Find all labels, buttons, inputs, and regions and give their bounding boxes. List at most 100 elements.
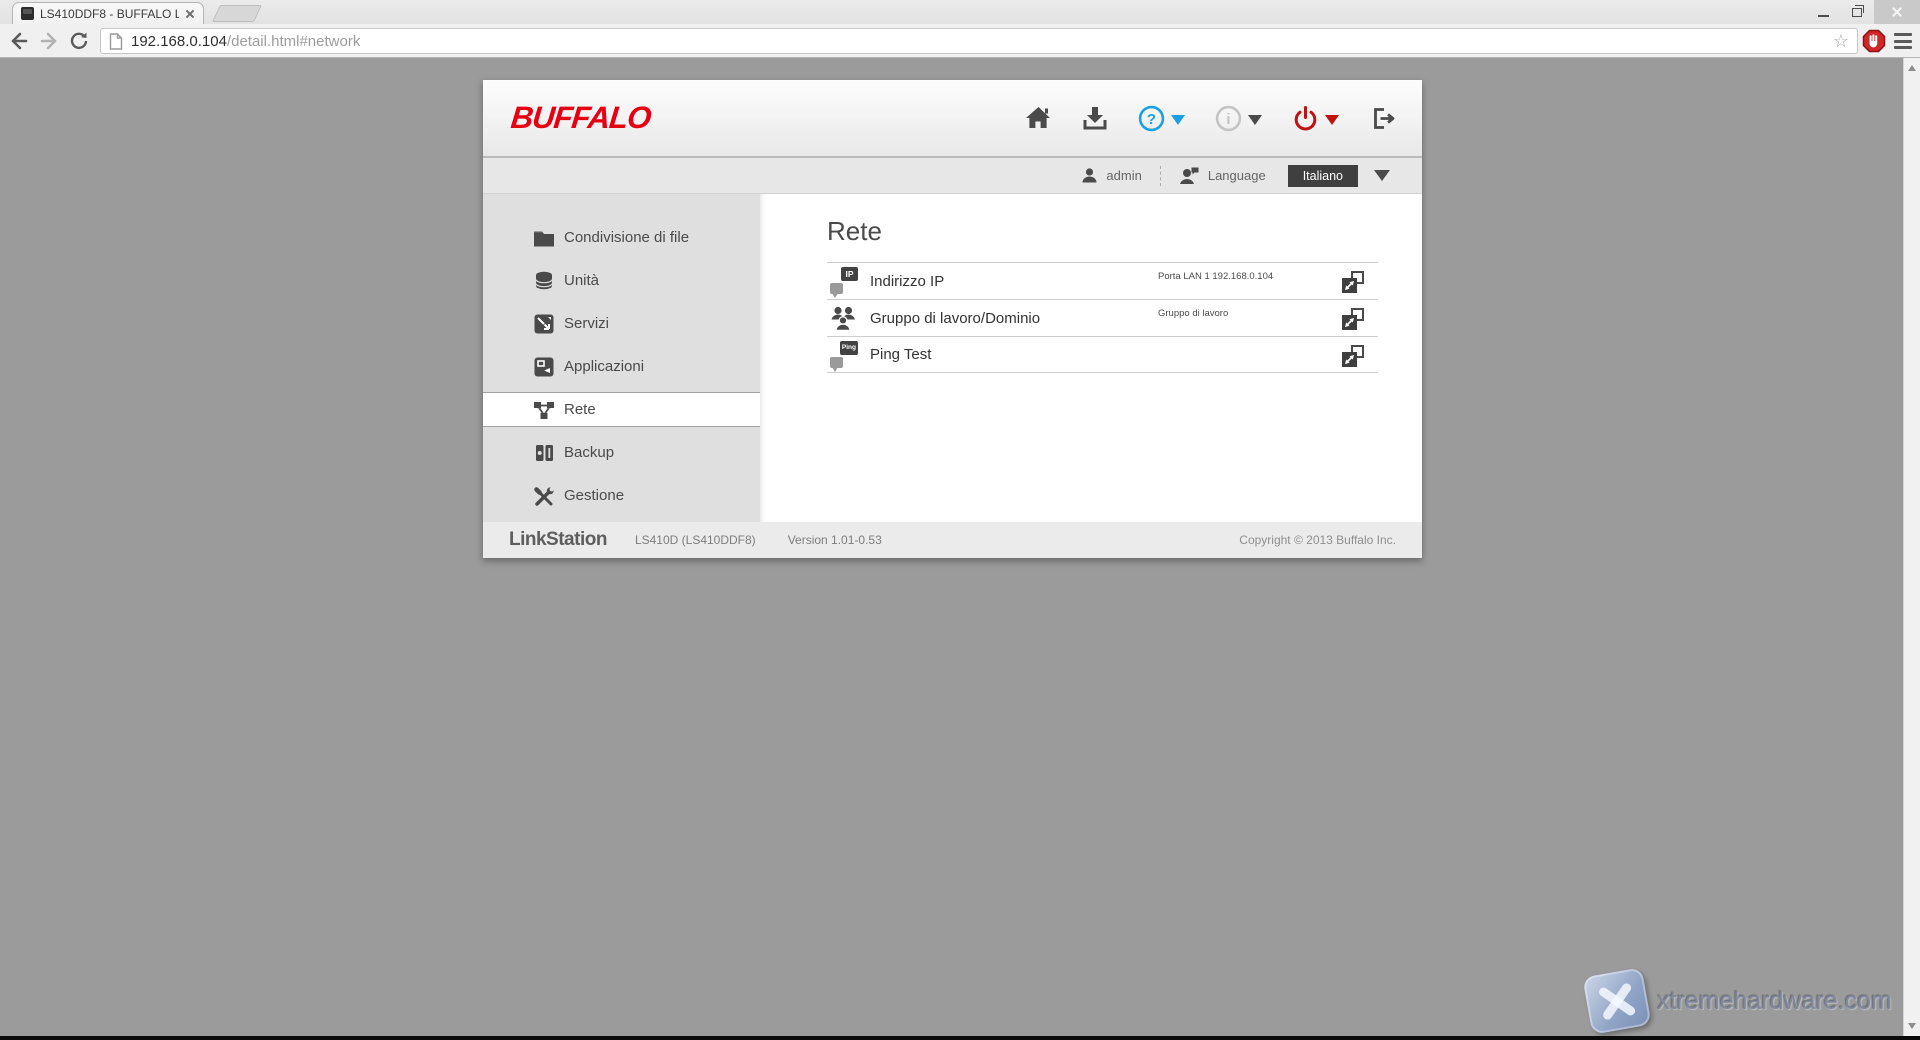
sidebar-item-label: Unità bbox=[564, 272, 599, 289]
info-icon: i bbox=[1215, 105, 1242, 132]
row-label: Indirizzo IP bbox=[870, 273, 944, 290]
drive-icon bbox=[533, 270, 555, 292]
browser-tab[interactable]: LS410DDF8 - BUFFALO Lin bbox=[12, 2, 204, 24]
sidebar-item-network[interactable]: Rete bbox=[483, 392, 760, 427]
row-ping-test[interactable]: Ping Ping Test bbox=[827, 336, 1378, 373]
browser-toolbar: 192.168.0.104/detail.html#network ☆ bbox=[0, 24, 1920, 58]
copyright-label: Copyright © 2013 Buffalo Inc. bbox=[1239, 533, 1396, 547]
info-menu-button[interactable]: i bbox=[1215, 105, 1262, 132]
language-dropdown-icon[interactable] bbox=[1374, 170, 1390, 181]
bookmark-star-icon[interactable]: ☆ bbox=[1833, 32, 1849, 50]
logged-in-user: admin bbox=[1081, 167, 1141, 184]
new-tab-button[interactable] bbox=[212, 5, 262, 22]
svg-text:?: ? bbox=[1147, 111, 1156, 128]
tab-close-icon[interactable] bbox=[183, 7, 197, 21]
watermark-text: xtremehardware.com bbox=[1657, 987, 1892, 1016]
services-icon bbox=[533, 313, 555, 335]
scroll-up-icon[interactable] bbox=[1908, 65, 1916, 71]
close-button[interactable] bbox=[1874, 0, 1920, 24]
download-button[interactable] bbox=[1082, 105, 1108, 131]
power-menu-button[interactable] bbox=[1292, 105, 1339, 132]
logout-icon bbox=[1369, 105, 1396, 132]
sidebar-item-services[interactable]: Servizi bbox=[483, 302, 760, 345]
sidebar: Condivisione di file Unità bbox=[483, 194, 760, 522]
row-detail: Gruppo di lavoro bbox=[1158, 308, 1228, 319]
sidebar-item-drives[interactable]: Unità bbox=[483, 259, 760, 302]
language-icon bbox=[1179, 166, 1200, 185]
language-label: Language bbox=[1208, 168, 1266, 183]
refresh-icon bbox=[69, 31, 89, 51]
screen: LS410DDF8 - BUFFALO Lin bbox=[0, 0, 1920, 1040]
version-label: Version 1.01-0.53 bbox=[788, 533, 882, 547]
address-bar[interactable]: 192.168.0.104/detail.html#network ☆ bbox=[100, 28, 1858, 54]
minimize-icon bbox=[1818, 15, 1829, 17]
tab-favicon-icon bbox=[21, 7, 34, 20]
open-window-icon[interactable] bbox=[1342, 345, 1364, 367]
forward-icon bbox=[38, 30, 60, 52]
minimize-button[interactable] bbox=[1806, 0, 1840, 24]
app-header: BUFFALO bbox=[483, 80, 1422, 158]
home-button[interactable] bbox=[1025, 105, 1052, 131]
linkstation-logo: LinkStation bbox=[509, 529, 607, 551]
buffalo-logo: BUFFALO bbox=[509, 100, 652, 136]
main-panel: Rete IP Indirizzo IP Porta LAN 1 192.168… bbox=[760, 194, 1422, 522]
stop-hand-icon bbox=[1862, 29, 1886, 53]
tools-icon bbox=[533, 485, 555, 507]
help-menu-button[interactable]: ? bbox=[1138, 105, 1185, 132]
url-host: 192.168.0.104 bbox=[131, 33, 227, 50]
model-label: LS410D (LS410DDF8) bbox=[635, 533, 756, 547]
sidebar-item-label: Condivisione di file bbox=[564, 229, 689, 246]
user-icon bbox=[1081, 167, 1098, 184]
power-icon bbox=[1292, 105, 1319, 132]
sidebar-item-label: Servizi bbox=[564, 315, 609, 332]
info-dropdown-icon bbox=[1248, 115, 1262, 125]
sidebar-item-applications[interactable]: Applicazioni bbox=[483, 345, 760, 388]
forward-button[interactable] bbox=[36, 28, 62, 54]
xtremehardware-logo-icon bbox=[1583, 967, 1652, 1035]
sidebar-item-file-sharing[interactable]: Condivisione di file bbox=[483, 216, 760, 259]
vertical-scrollbar[interactable] bbox=[1903, 58, 1920, 1036]
group-icon bbox=[829, 304, 859, 332]
svg-text:i: i bbox=[1226, 111, 1230, 128]
ping-bubble-icon: Ping bbox=[829, 341, 859, 369]
scroll-down-icon[interactable] bbox=[1908, 1023, 1916, 1029]
app-body: Condivisione di file Unità bbox=[483, 194, 1422, 522]
url-path: /detail.html#network bbox=[227, 33, 360, 50]
home-icon bbox=[1025, 105, 1052, 131]
back-button[interactable] bbox=[6, 28, 32, 54]
row-label: Ping Test bbox=[870, 346, 931, 363]
close-icon bbox=[1891, 6, 1903, 18]
window-controls bbox=[1806, 0, 1920, 24]
open-window-icon[interactable] bbox=[1342, 271, 1364, 293]
row-workgroup-domain[interactable]: Gruppo di lavoro/Dominio Gruppo di lavor… bbox=[827, 299, 1378, 336]
sidebar-item-label: Rete bbox=[564, 401, 596, 418]
restore-button[interactable] bbox=[1840, 0, 1874, 24]
help-icon: ? bbox=[1138, 105, 1165, 132]
page-title: Rete bbox=[827, 216, 1422, 247]
adblock-extension-button[interactable] bbox=[1862, 29, 1886, 58]
power-dropdown-icon bbox=[1325, 115, 1339, 125]
help-dropdown-icon bbox=[1171, 115, 1185, 125]
page-icon bbox=[109, 33, 123, 50]
open-window-icon[interactable] bbox=[1342, 308, 1364, 330]
sidebar-item-label: Applicazioni bbox=[564, 358, 644, 375]
logout-button[interactable] bbox=[1369, 105, 1396, 132]
refresh-button[interactable] bbox=[66, 28, 92, 54]
restore-icon bbox=[1852, 8, 1862, 17]
hamburger-icon bbox=[1894, 33, 1912, 36]
network-icon bbox=[533, 399, 555, 421]
applications-icon bbox=[533, 356, 555, 378]
divider bbox=[1160, 166, 1161, 186]
folder-icon bbox=[533, 227, 555, 249]
sidebar-item-backup[interactable]: Backup bbox=[483, 431, 760, 474]
sidebar-item-management[interactable]: Gestione bbox=[483, 474, 760, 517]
watermark: xtremehardware.com bbox=[1587, 972, 1892, 1030]
language-select[interactable]: Italiano bbox=[1288, 165, 1358, 187]
app-footer: LinkStation LS410D (LS410DDF8) Version 1… bbox=[483, 522, 1422, 558]
browser-titlebar: LS410DDF8 - BUFFALO Lin bbox=[0, 0, 1920, 24]
bottom-strip bbox=[0, 1036, 1920, 1040]
download-icon bbox=[1082, 105, 1108, 131]
browser-menu-button[interactable] bbox=[1894, 32, 1914, 50]
row-ip-address[interactable]: IP Indirizzo IP Porta LAN 1 192.168.0.10… bbox=[827, 262, 1378, 299]
back-icon bbox=[8, 30, 30, 52]
